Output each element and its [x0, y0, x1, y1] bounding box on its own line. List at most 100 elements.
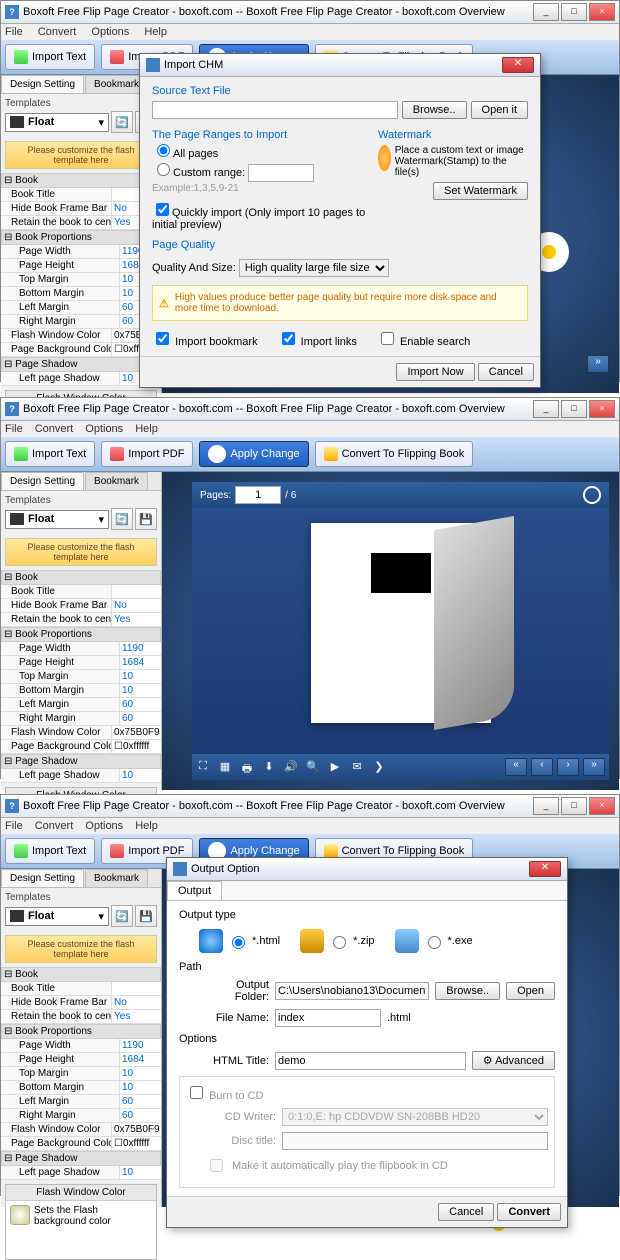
quality-select[interactable]: High quality large file size [239, 259, 389, 277]
convert-button[interactable]: Convert [497, 1203, 561, 1221]
nav-next[interactable]: » [587, 355, 609, 373]
import-pdf-button[interactable]: Import PDF [101, 441, 193, 467]
browse-button[interactable]: Browse.. [402, 101, 467, 119]
menu-convert[interactable]: Convert [38, 26, 77, 38]
page-input[interactable] [235, 486, 281, 504]
menu-options[interactable]: Options [85, 820, 123, 832]
tab-design-setting[interactable]: Design Setting [1, 472, 84, 490]
last-page-button[interactable]: » [583, 758, 605, 776]
menu-help[interactable]: Help [144, 26, 167, 38]
menu-help[interactable]: Help [135, 423, 158, 435]
autoplay-icon[interactable]: ▶ [328, 760, 342, 774]
menu-help[interactable]: Help [135, 820, 158, 832]
template-save-button[interactable]: 💾 [135, 905, 157, 927]
convert-button[interactable]: Convert To Flipping Book [315, 441, 474, 467]
import-text-button[interactable]: Import Text [5, 44, 95, 70]
maximize-button[interactable]: □ [561, 400, 587, 418]
flipbook-preview: Pages: / 6 ⛶ ▦ 🖶 [192, 482, 609, 780]
menu-file[interactable]: File [5, 423, 23, 435]
import-text-button[interactable]: Import Text [5, 838, 95, 864]
exe-radio[interactable] [428, 936, 441, 949]
titlebar: ? Boxoft Free Flip Page Creator - boxoft… [1, 398, 619, 421]
tab-output[interactable]: Output [167, 881, 222, 900]
html-title-input[interactable] [275, 1052, 466, 1070]
advanced-button[interactable]: ⚙ Advanced [472, 1051, 555, 1070]
dialog-close-button[interactable]: ✕ [502, 57, 534, 73]
set-watermark-button[interactable]: Set Watermark [433, 182, 528, 200]
first-page-button[interactable]: « [505, 758, 527, 776]
template-select[interactable]: Float▾ [5, 907, 109, 926]
template-refresh-button[interactable]: 🔄 [111, 508, 133, 530]
quickly-import-check[interactable] [156, 203, 169, 216]
close-button[interactable]: × [589, 3, 615, 21]
watermark-label: Watermark [378, 129, 528, 141]
minimize-button[interactable]: _ [533, 3, 559, 21]
close-button[interactable]: × [589, 400, 615, 418]
preview-topbar: Pages: / 6 [192, 482, 609, 508]
apply-change-button[interactable]: Apply Change [199, 441, 308, 467]
menu-options[interactable]: Options [85, 423, 123, 435]
search-icon[interactable] [583, 486, 601, 504]
burn-cd-check[interactable] [190, 1086, 203, 1099]
template-refresh-button[interactable]: 🔄 [111, 905, 133, 927]
customize-bar[interactable]: Please customize the flash template here [5, 538, 157, 566]
menu-options[interactable]: Options [91, 26, 129, 38]
menu-file[interactable]: File [5, 26, 23, 38]
thumbnails-icon[interactable]: ▦ [218, 760, 232, 774]
import-links-check[interactable] [282, 332, 295, 345]
template-save-button[interactable]: 💾 [135, 508, 157, 530]
dialog-icon [146, 58, 160, 72]
file-name-input[interactable] [275, 1009, 381, 1027]
menu-convert[interactable]: Convert [35, 423, 74, 435]
download-icon[interactable]: ⬇ [262, 760, 276, 774]
exe-icon [395, 929, 419, 953]
zoom-icon[interactable]: 🔍 [306, 760, 320, 774]
next-page-button[interactable]: › [557, 758, 579, 776]
enable-search-check[interactable] [381, 332, 394, 345]
cancel-button[interactable]: Cancel [478, 363, 534, 381]
maximize-button[interactable]: □ [561, 797, 587, 815]
tab-bookmark[interactable]: Bookmark [85, 869, 148, 887]
dialog-close-button[interactable]: ✕ [529, 861, 561, 877]
fullscreen-icon[interactable]: ⛶ [196, 760, 210, 774]
cd-writer-select: 0:1:0,E: hp CDDVDW SN-208BB HD20 [282, 1108, 548, 1126]
close-button[interactable]: × [589, 797, 615, 815]
browse-folder-button[interactable]: Browse.. [435, 982, 500, 1000]
left-pane: Design SettingBookmark Templates Float▾🔄… [1, 472, 162, 790]
prev-page-button[interactable]: ‹ [531, 758, 553, 776]
color-icon [10, 1205, 30, 1225]
minimize-button[interactable]: _ [533, 400, 559, 418]
share-icon[interactable]: ❯ [372, 760, 386, 774]
zip-radio[interactable] [333, 936, 346, 949]
open-folder-button[interactable]: Open [506, 982, 555, 1000]
preview-body[interactable] [192, 508, 609, 754]
custom-range-radio[interactable] [157, 163, 170, 176]
template-select[interactable]: Float▾ [5, 510, 109, 529]
tab-bookmark[interactable]: Bookmark [85, 472, 148, 490]
print-icon[interactable]: 🖶 [240, 760, 254, 774]
menu-file[interactable]: File [5, 820, 23, 832]
source-file-input[interactable] [152, 101, 398, 119]
tab-design-setting[interactable]: Design Setting [1, 75, 84, 93]
customize-bar[interactable]: Please customize the flash template here [5, 141, 157, 169]
import-now-button[interactable]: Import Now [396, 363, 474, 381]
preview-bottombar: ⛶ ▦ 🖶 ⬇ 🔊 🔍 ▶ ✉ ❯ « ‹ › » [192, 754, 609, 780]
cancel-button[interactable]: Cancel [438, 1203, 494, 1221]
output-folder-input[interactable] [275, 982, 429, 1000]
template-refresh-button[interactable]: 🔄 [111, 111, 133, 133]
maximize-button[interactable]: □ [561, 3, 587, 21]
customize-bar[interactable]: Please customize the flash template here [5, 935, 157, 963]
import-text-button[interactable]: Import Text [5, 441, 95, 467]
template-select[interactable]: Float▾ [5, 113, 109, 132]
sound-icon[interactable]: 🔊 [284, 760, 298, 774]
open-button[interactable]: Open it [471, 101, 528, 119]
email-icon[interactable]: ✉ [350, 760, 364, 774]
all-pages-radio[interactable] [157, 144, 170, 157]
custom-range-input[interactable] [248, 164, 314, 182]
menu-convert[interactable]: Convert [35, 820, 74, 832]
minimize-button[interactable]: _ [533, 797, 559, 815]
import-bookmark-check[interactable] [156, 332, 169, 345]
tab-design-setting[interactable]: Design Setting [1, 869, 84, 887]
toolbar: Import Text Import PDF Apply Change Conv… [1, 437, 619, 472]
html-radio[interactable] [232, 936, 245, 949]
